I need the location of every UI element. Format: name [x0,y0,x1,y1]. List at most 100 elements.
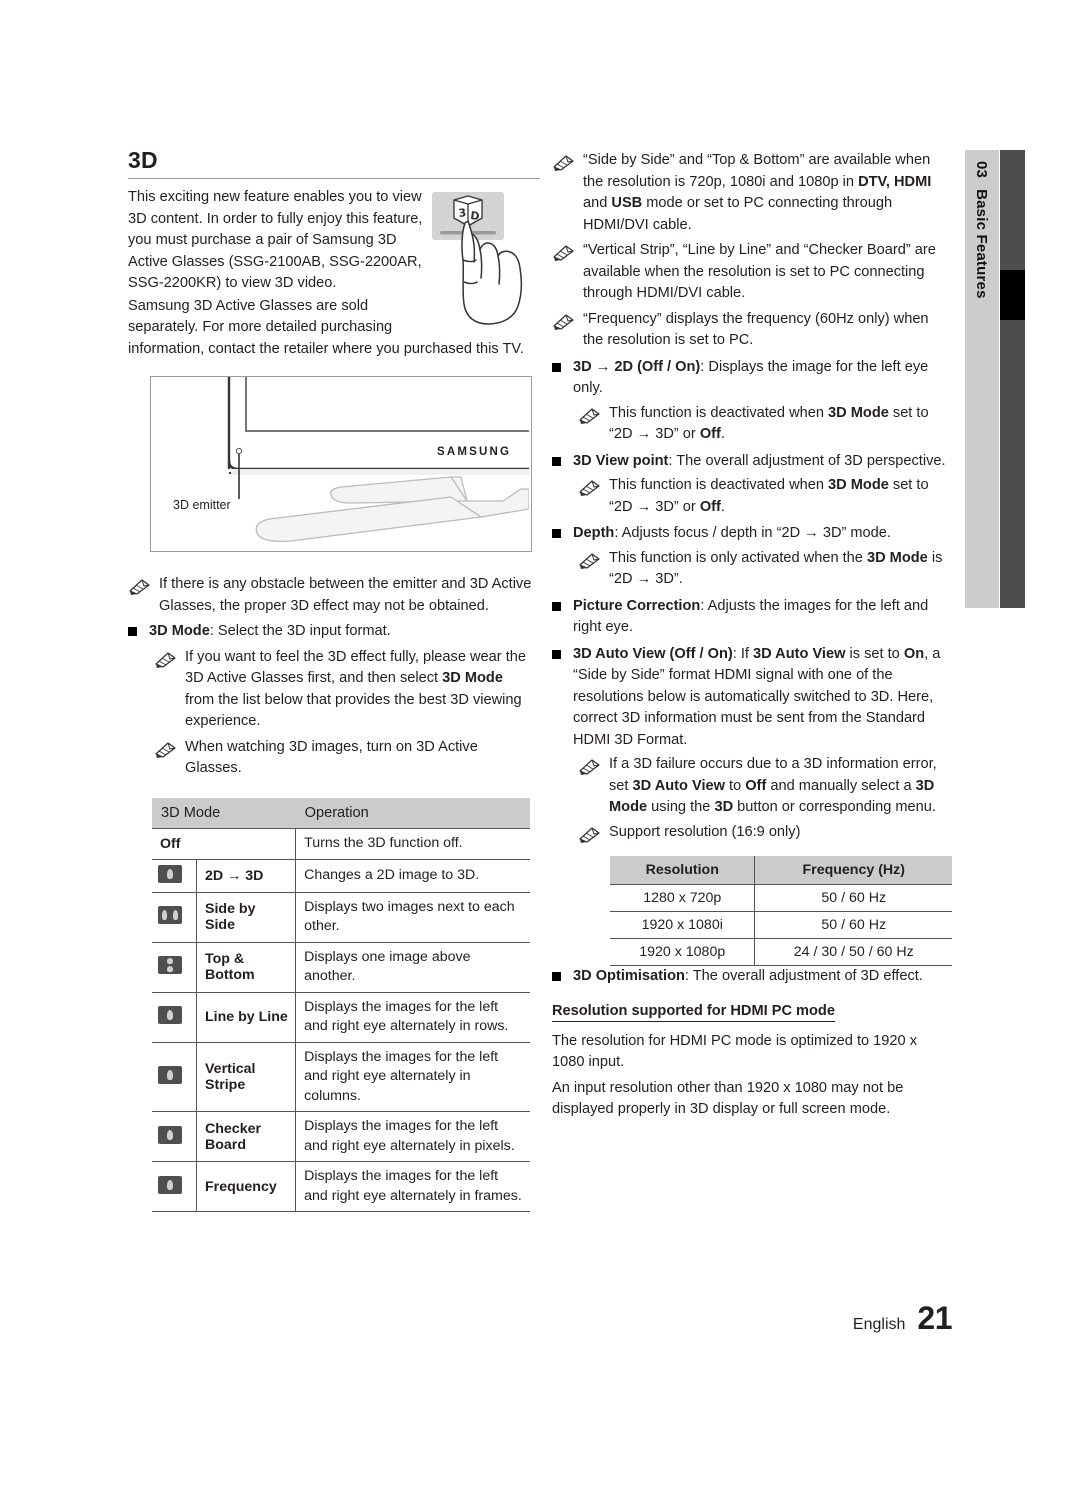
supported-resolution-table: Resolution Frequency (Hz) 1280 x 720p 50… [610,856,952,966]
square-bullet-icon [552,362,561,372]
note-depth-activated: This function is only activated when the… [578,548,952,591]
b3-note-b: 3D Mode [866,549,928,566]
b5-mid2: is set to [845,645,904,662]
b2-note-d: Off [699,498,721,515]
pencil-note-icon [578,758,602,776]
b5-note-e: and manually select a [766,777,916,794]
table-row: Line by Line Displays the images for the… [152,992,530,1042]
bullet-picture-correction: Picture Correction: Adjusts the images f… [552,596,952,639]
mode-name-vertical-stripe: Vertical Stripe [196,1042,297,1112]
note-obstacle-text: If there is any obstacle between the emi… [159,576,532,614]
table-row: 2D → 3D Changes a 2D image to 3D. [152,859,530,892]
col-header-3d-mode: 3D Mode [152,798,296,829]
note-support-resolution: Support resolution (16:9 only) [578,822,952,844]
note-frequency-display: “Frequency” displays the frequency (60Hz… [552,309,952,352]
tv-3d-emitter-figure: SAMSUNG 3D emitter [150,376,532,552]
mode-operation-vertical-stripe: Displays the images for the left and rig… [304,1048,499,1104]
pencil-note-icon [578,479,602,497]
mode-operation-top-bottom: Displays one image above another. [304,948,471,985]
b5-mid1: : If [732,645,753,662]
table-row: Side by Side Displays two images next to… [152,892,530,942]
bullet-3d-mode-rest: : Select the 3D input format. [209,623,391,639]
table-row: 1920 x 1080p 24 / 30 / 50 / 60 Hz [610,938,952,966]
svg-text:3: 3 [458,206,467,220]
note-sbs-c: and [583,195,612,211]
pencil-note-icon [578,826,602,844]
pencil-note-icon [154,651,178,669]
bullet-3d-to-2d-strong: 3D → 2D (Off / On) [573,358,701,375]
mode-name-frequency: Frequency [196,1161,297,1212]
bullet-3d-view-point: 3D View point: The overall adjustment of… [552,451,952,473]
chapter-title: Basic Features [973,189,991,299]
frequency-value: 50 / 60 Hz [754,884,952,912]
b5-strong3: On [903,645,925,662]
bullet-3d-auto-view: 3D Auto View (Off / On): If 3D Auto View… [552,644,952,752]
side-by-side-icon [152,892,197,942]
table-row: Frequency Displays the images for the le… [152,1161,530,1212]
title-rule [128,178,540,180]
b5-note-c: to [724,777,746,794]
section-subheading-hdmi-pc: Resolution supported for HDMI PC mode [552,1003,835,1022]
pencil-note-icon [154,741,178,759]
note-frequency-text: “Frequency” displays the frequency (60Hz… [583,310,929,349]
chapter-number: 03 [973,161,991,179]
right-column-lower: 3D Optimisation: The overall adjustment … [552,966,952,1121]
note-wear-b: 3D Mode [442,670,503,686]
bullet-3d-view-point-rest: : The overall adjustment of 3D perspecti… [668,452,946,469]
mode-operation-line-by-line: Displays the images for the left and rig… [304,998,509,1035]
b2-note-b: 3D Mode [828,477,889,493]
b5-note-b: 3D Auto View [632,777,725,794]
hdmi-pc-paragraph-2: An input resolution other than 1920 x 10… [552,1079,904,1118]
frequency-icon [152,1161,197,1212]
hand-pressing-3d-button-illustration: 3 D [418,186,542,326]
pencil-note-icon [552,154,576,172]
note-turn-on-glasses: When watching 3D images, turn on 3D Acti… [154,737,540,780]
checker-board-icon [152,1111,197,1162]
note-3d-failure: If a 3D failure occurs due to a 3D infor… [578,754,952,819]
note-sbs-b: DTV, HDMI [858,173,932,190]
note-3d-view-point-deactivated: This function is deactivated when 3D Mod… [578,475,952,518]
table-row: Checker Board Displays the images for th… [152,1111,530,1162]
page-title: 3D [128,147,158,173]
b5-note-h: 3D [714,799,734,815]
mode-name-2d-to-3d: 2D → 3D [196,859,297,892]
note-support-resolution-text: Support resolution (16:9 only) [609,823,801,840]
b3-note-a: This function is only activated when the [609,549,867,566]
hdmi-pc-paragraph-1: The resolution for HDMI PC mode is optim… [552,1032,918,1071]
bullet-3d-to-2d: 3D → 2D (Off / On): Displays the image f… [552,357,952,400]
table-row: 1920 x 1080i 50 / 60 Hz [610,911,952,939]
intro-paragraph-3: information, contact the retailer where … [128,340,524,357]
resolution-value: 1280 x 720p [610,884,756,912]
table-header-row: Resolution Frequency (Hz) [610,856,952,885]
b5-note-d: Off [745,777,767,794]
vertical-stripe-icon [152,1042,197,1112]
b1-note-d: Off [699,426,721,442]
col-header-operation: Operation [295,798,530,829]
square-bullet-icon [128,627,137,636]
frequency-value: 50 / 60 Hz [754,911,952,939]
mode-name-off: Off [152,828,297,859]
bullet-3d-optimisation-rest: : The overall adjustment of 3D effect. [684,968,923,984]
resolution-value: 1920 x 1080p [610,938,756,966]
right-column: “Side by Side” and “Top & Bottom” are av… [552,150,952,847]
manual-page: 03 Basic Features 3D This exciting new f… [0,0,1080,1494]
table-row: Top & Bottom Displays one image above an… [152,942,530,992]
pencil-note-icon [128,578,152,596]
intro-paragraph-1: This exciting new feature enables you to… [128,189,423,292]
svg-text:D: D [470,209,481,223]
top-bottom-icon [152,942,197,992]
pencil-note-icon [578,552,602,570]
svg-text:SAMSUNG: SAMSUNG [437,446,511,458]
left-column-notes: If there is any obstacle between the emi… [128,574,540,783]
square-bullet-icon [552,649,561,659]
bullet-3d-optimisation-strong: 3D Optimisation [573,968,685,984]
square-bullet-icon [552,601,561,611]
square-bullet-icon [552,456,561,466]
mode-name-top-bottom: Top & Bottom [196,942,297,992]
table-header-row: 3D Mode Operation [152,798,530,829]
emitter-callout-label: 3D emitter [173,498,231,512]
mode-operation-2d-to-3d: Changes a 2D image to 3D. [304,866,480,883]
mode-operation-off: Turns the 3D function off. [304,835,463,851]
b5-note-g: using the [647,799,715,815]
mode-operation-side-by-side: Displays two images next to each other. [304,898,515,935]
